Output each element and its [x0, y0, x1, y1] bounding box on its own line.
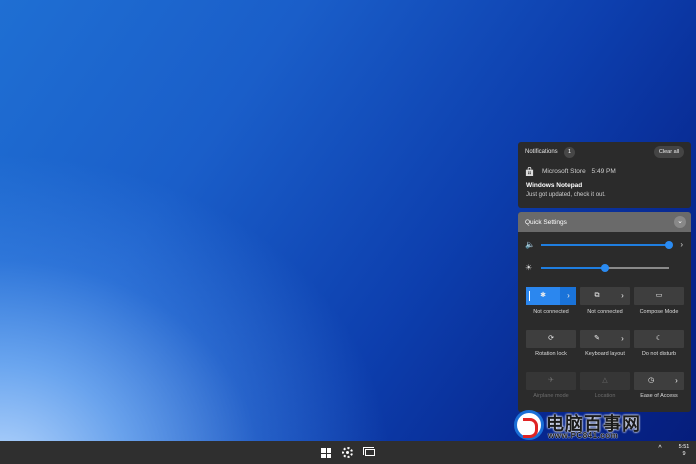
notifications-title: Notifications: [525, 149, 558, 155]
do-not-disturb-tile[interactable]: ☾: [634, 330, 684, 348]
store-icon: [525, 167, 534, 176]
do-not-disturb-tile-label: Do not disturb: [641, 351, 677, 357]
windows-logo-icon: [321, 448, 331, 458]
notification-heading: Windows Notepad: [526, 182, 583, 189]
notification-time: 5:49 PM: [591, 168, 616, 175]
speaker-icon: 🔈: [525, 240, 535, 249]
tray-overflow-arrow[interactable]: ^: [654, 443, 666, 455]
clear-all-button[interactable]: Clear all: [654, 146, 684, 158]
airplane-mode-tile[interactable]: ✈: [526, 372, 576, 390]
notification-app-name: Microsoft Store: [542, 168, 586, 175]
volume-slider-thumb[interactable]: [665, 241, 673, 249]
notification-item[interactable]: Microsoft Store 5:49 PM Windows Notepad …: [518, 162, 691, 208]
taskbar: [0, 441, 696, 464]
ease-of-access-icon[interactable]: ◷: [634, 372, 668, 390]
airplane-mode-tile-label: Airplane mode: [533, 393, 569, 399]
bluetooth-tile[interactable]: ✱ ›: [526, 287, 576, 305]
volume-slider-row: 🔈 ›: [518, 239, 691, 251]
keyboard-layout-tile-label: Keyboard layout: [585, 351, 625, 357]
keyboard-layout-tile[interactable]: ✎ ›: [580, 330, 630, 348]
bluetooth-tile-label: Not connected: [533, 309, 569, 315]
taskbar-clock[interactable]: 5:51 9: [674, 444, 694, 458]
gear-icon: [342, 447, 353, 458]
brightness-icon: ☀: [525, 263, 533, 272]
cast-tile-label: Not connected: [587, 309, 623, 315]
watermark-logo: [514, 410, 544, 440]
notifications-panel: Notifications 1 Clear all Microsoft Stor…: [518, 142, 691, 208]
notification-body: Just got updated, check it out.: [526, 192, 606, 198]
notification-app-line: Microsoft Store 5:49 PM: [542, 168, 620, 175]
keyboard-icon[interactable]: ✎: [580, 330, 614, 348]
settings-button[interactable]: [336, 441, 359, 464]
task-view-button[interactable]: [359, 441, 382, 464]
moon-icon: ☾: [655, 335, 663, 342]
location-tile[interactable]: △: [580, 372, 630, 390]
ease-of-access-tile[interactable]: ◷ ›: [634, 372, 684, 390]
chevron-down-icon[interactable]: ⌄: [674, 216, 686, 228]
start-button[interactable]: [314, 441, 337, 464]
rotation-lock-tile-label: Rotation lock: [535, 351, 567, 357]
watermark: 电脑百事网 www.PC841.com: [514, 408, 696, 442]
location-tile-label: Location: [594, 393, 616, 399]
brightness-slider-fill: [541, 267, 605, 269]
clock-time: 5:51: [678, 444, 690, 450]
quick-settings-header[interactable]: Quick Settings ⌄: [518, 212, 691, 232]
compose-icon: ▭: [655, 292, 663, 299]
chevron-right-icon[interactable]: ›: [615, 330, 630, 348]
task-view-icon: [363, 447, 375, 456]
chevron-right-icon[interactable]: ›: [669, 372, 684, 390]
chevron-right-icon[interactable]: ›: [615, 287, 630, 305]
watermark-url: www.PC841.com: [548, 431, 619, 440]
cast-tile[interactable]: ⧉ ›: [580, 287, 630, 305]
location-icon: △: [602, 377, 608, 384]
brightness-slider[interactable]: [541, 264, 669, 272]
clock-sub: 9: [682, 451, 686, 457]
volume-slider-fill: [541, 244, 669, 246]
chevron-right-icon[interactable]: ›: [561, 287, 576, 305]
quick-settings-panel: Quick Settings ⌄ 🔈 › ☀ ✱ › Not connected…: [518, 212, 691, 412]
rotation-lock-tile[interactable]: ⟳: [526, 330, 576, 348]
ease-of-access-tile-label: Ease of Access: [640, 393, 678, 399]
notification-count-badge: 1: [564, 147, 575, 158]
brightness-slider-row: ☀: [518, 262, 691, 274]
compose-mode-tile[interactable]: ▭: [634, 287, 684, 305]
quick-settings-title: Quick Settings: [525, 219, 567, 226]
cast-icon[interactable]: ⧉: [580, 287, 614, 305]
brightness-slider-thumb[interactable]: [601, 264, 609, 272]
rotation-icon: ⟳: [548, 335, 554, 342]
notifications-header: Notifications 1 Clear all: [518, 142, 691, 162]
chevron-right-icon[interactable]: ›: [680, 239, 683, 251]
airplane-icon: ✈: [548, 377, 554, 384]
bluetooth-icon[interactable]: ✱: [526, 287, 560, 305]
compose-mode-tile-label: Compose Mode: [639, 309, 679, 315]
volume-slider[interactable]: [541, 241, 673, 249]
